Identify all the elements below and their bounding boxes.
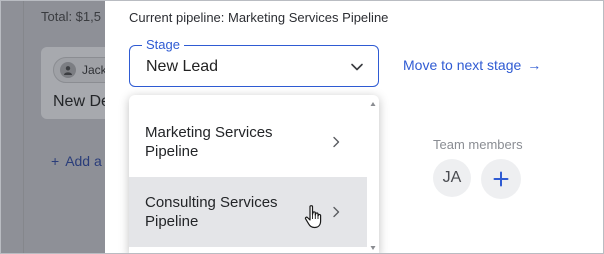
stage-select[interactable]: Stage New Lead: [129, 37, 379, 87]
hand-cursor-icon: [304, 205, 322, 229]
scroll-down-arrow-icon: [370, 246, 376, 250]
deal-title: New De: [53, 93, 110, 110]
team-members-label: Team members: [433, 137, 523, 152]
add-deal-label: Add a: [65, 153, 102, 169]
chevron-right-icon: [333, 206, 340, 218]
pipeline-option-consulting[interactable]: Consulting Services Pipeline: [129, 177, 367, 247]
move-to-next-stage-button[interactable]: Move to next stage →: [403, 57, 541, 73]
option-label: Marketing Services Pipeline: [145, 124, 273, 160]
arrow-right-icon: →: [527, 57, 542, 73]
add-deal-link: + Add a: [51, 153, 102, 169]
pipeline-dropdown-menu: Marketing Services Pipeline Consulting S…: [129, 95, 379, 254]
board-total: Total: $1,5: [41, 9, 101, 24]
board-divider: [23, 1, 24, 253]
add-team-member-button[interactable]: [481, 159, 521, 199]
pipeline-option-marketing[interactable]: Marketing Services Pipeline: [129, 107, 367, 177]
person-icon: [60, 62, 76, 78]
chevron-down-icon: [351, 63, 363, 71]
plus-icon: +: [51, 153, 60, 169]
scroll-up-arrow-icon: [370, 102, 376, 106]
chevron-right-icon: [333, 136, 340, 148]
move-next-label: Move to next stage: [403, 57, 522, 73]
stage-value: New Lead: [146, 58, 219, 75]
screen: Total: $1,5 Jack New De + Add a Current …: [0, 0, 604, 254]
dropdown-scrollbar[interactable]: [367, 95, 379, 254]
owner-name: Jack: [82, 63, 107, 77]
current-pipeline-text: Current pipeline: Marketing Services Pip…: [129, 10, 389, 25]
stage-legend: Stage: [142, 37, 184, 52]
avatar[interactable]: JA: [433, 159, 471, 197]
plus-icon: [493, 171, 509, 187]
option-label: Consulting Services Pipeline: [145, 194, 278, 230]
